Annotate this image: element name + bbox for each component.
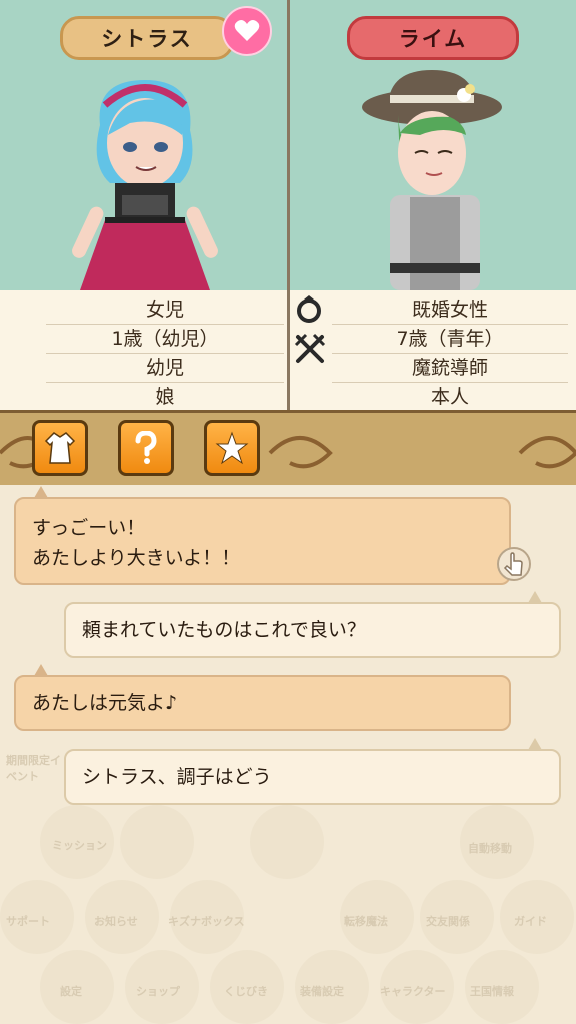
menu-label-12[interactable]: キャラクター <box>380 983 446 999</box>
right-detail-relation: 本人 <box>332 383 568 412</box>
outfit-button[interactable] <box>32 420 88 476</box>
right-detail-age: 7歳（青年） <box>332 325 568 354</box>
event-label[interactable]: 期間限定イベント <box>6 753 66 785</box>
crossed-swords-icon <box>294 333 326 363</box>
touch-icon[interactable] <box>495 545 533 583</box>
chat-line: すっごーい！ <box>32 517 146 539</box>
right-detail-job: 魔銃導師 <box>332 354 568 383</box>
chat-line: あたしより大きいよ！！ <box>32 547 241 569</box>
left-character-details: 女児 1歳（幼児） 幼児 娘 <box>46 296 284 412</box>
chat-bubble-3: あたしは元気よ♪ <box>14 675 511 731</box>
right-character-name[interactable]: ライム <box>347 16 519 60</box>
question-icon <box>135 431 157 464</box>
menu-label-0[interactable]: ミッション <box>52 837 107 853</box>
chat-line: シトラス、調子はどう <box>82 766 272 788</box>
chat-line: あたしは元気よ♪ <box>32 692 178 714</box>
menu-label-9[interactable]: ショップ <box>136 983 180 999</box>
menu-label-6[interactable]: 交友関係 <box>426 913 470 929</box>
left-detail-relation: 娘 <box>46 383 284 412</box>
question-button[interactable] <box>118 420 174 476</box>
left-character-portrait <box>72 80 218 290</box>
menu-label-8[interactable]: 設定 <box>60 983 82 999</box>
left-detail-age: 1歳（幼児） <box>46 325 284 354</box>
menu-label-7[interactable]: ガイド <box>514 913 547 929</box>
left-detail-job: 幼児 <box>46 354 284 383</box>
menu-label-1[interactable]: 自動移動 <box>468 840 512 856</box>
menu-label-4[interactable]: キズナボックス <box>168 913 245 929</box>
chat-bubble-1: すっごーい！ あたしより大きいよ！！ <box>14 497 511 585</box>
menu-label-10[interactable]: くじびき <box>224 983 268 999</box>
menu-label-5[interactable]: 転移魔法 <box>344 913 388 929</box>
outfit-icon <box>44 432 76 464</box>
menu-label-11[interactable]: 装備設定 <box>300 983 344 999</box>
heart-icon[interactable] <box>222 6 272 56</box>
ring-icon <box>297 295 321 323</box>
right-detail-gender: 既婚女性 <box>332 296 568 325</box>
chat-line: 頼まれていたものはこれで良い？ <box>82 619 366 641</box>
star-icon <box>215 431 249 465</box>
menu-label-3[interactable]: お知らせ <box>94 913 138 929</box>
chat-bubble-4: シトラス、調子はどう <box>64 749 561 805</box>
portrait-divider <box>287 0 290 410</box>
right-character-details: 既婚女性 7歳（青年） 魔銃導師 本人 <box>332 296 568 412</box>
right-character-portrait <box>362 70 502 290</box>
left-character-name[interactable]: シトラス <box>60 16 234 60</box>
favorite-button[interactable] <box>204 420 260 476</box>
menu-label-2[interactable]: サポート <box>6 913 50 929</box>
chat-bubble-2: 頼まれていたものはこれで良い？ <box>64 602 561 658</box>
left-detail-gender: 女児 <box>46 296 284 325</box>
menu-label-13[interactable]: 王国情報 <box>470 983 514 999</box>
